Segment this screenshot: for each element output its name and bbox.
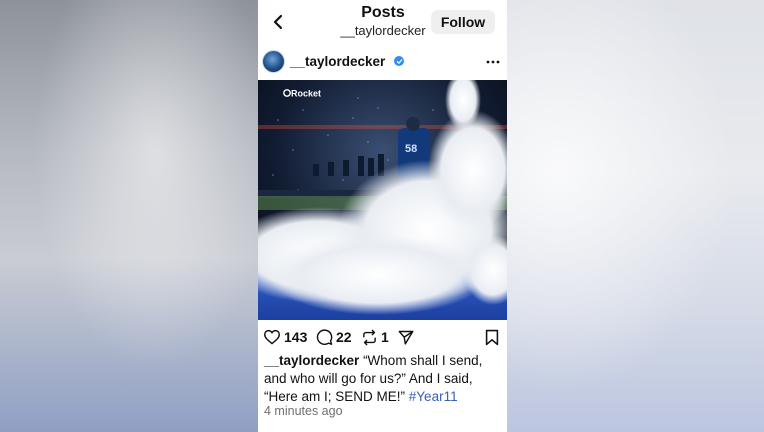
image-overlay-text: Rocket bbox=[291, 89, 321, 99]
more-horizontal-icon[interactable] bbox=[486, 54, 502, 68]
comment-count: 22 bbox=[336, 329, 352, 345]
svg-text:58: 58 bbox=[405, 143, 417, 155]
like-count: 143 bbox=[284, 329, 308, 345]
top-bar: Posts __taylordecker Follow bbox=[258, 0, 507, 44]
comment-button[interactable]: 22 bbox=[316, 326, 352, 348]
post-timestamp: 4 minutes ago bbox=[264, 404, 343, 418]
verified-badge-icon bbox=[394, 56, 404, 66]
repost-button[interactable]: 1 bbox=[361, 326, 389, 348]
post-screen: Posts __taylordecker Follow __taylordeck… bbox=[258, 0, 507, 432]
repost-count: 1 bbox=[381, 329, 389, 345]
caption-hashtag[interactable]: #Year11 bbox=[409, 389, 458, 404]
bookmark-icon bbox=[485, 329, 499, 345]
comment-icon bbox=[316, 328, 333, 345]
caption-username[interactable]: __taylordecker bbox=[264, 353, 359, 368]
back-button[interactable] bbox=[268, 10, 288, 34]
share-button[interactable] bbox=[397, 326, 415, 348]
action-bar: 143 22 1 bbox=[258, 326, 507, 348]
follow-button[interactable]: Follow bbox=[431, 10, 495, 34]
repost-icon bbox=[363, 329, 376, 345]
share-icon bbox=[398, 330, 414, 345]
post-caption: __taylordecker “Whom shall I send, and w… bbox=[264, 352, 504, 406]
chevron-left-icon bbox=[273, 14, 283, 30]
background-right bbox=[507, 0, 764, 432]
post-header: __taylordecker bbox=[258, 48, 507, 76]
save-button[interactable] bbox=[485, 326, 499, 348]
heart-icon bbox=[263, 329, 281, 345]
avatar[interactable] bbox=[263, 51, 284, 72]
like-button[interactable]: 143 bbox=[263, 326, 307, 348]
post-image[interactable]: 58 Rocket bbox=[258, 80, 507, 320]
post-username[interactable]: __taylordecker bbox=[290, 54, 385, 69]
background-left bbox=[0, 0, 258, 432]
stadium-smoke-photo: 58 Rocket bbox=[258, 80, 507, 320]
